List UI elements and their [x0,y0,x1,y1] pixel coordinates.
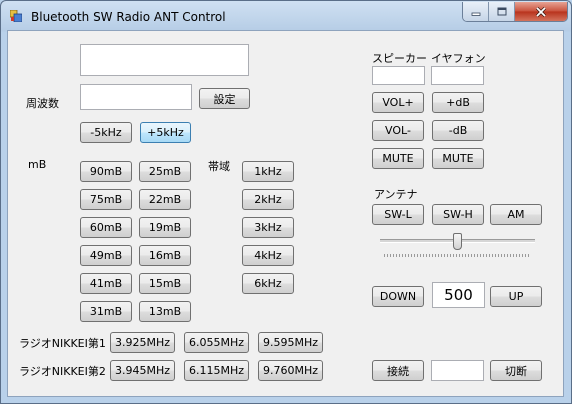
connect-button[interactable]: 接続 [372,360,424,381]
preset-label-nikkei2: ラジオNIKKEI第2 [19,365,106,378]
preset-3945-button[interactable]: 3.945MHz [110,360,175,381]
maximize-icon [497,7,506,16]
antenna-slider-ticks [384,254,531,257]
preset-6055-button[interactable]: 6.055MHz [184,332,249,353]
band-75mb-button[interactable]: 75mB [80,189,132,210]
db-up-button[interactable]: +dB [432,92,484,113]
band-49mb-button[interactable]: 49mB [80,245,132,266]
volume-down-button[interactable]: VOL- [372,120,424,141]
band-22mb-button[interactable]: 22mB [139,189,191,210]
bandwidth-label: 帯域 [208,160,230,173]
set-frequency-button[interactable]: 設定 [199,88,250,109]
tune-up-button[interactable]: UP [490,286,542,307]
antenna-sw-l-button[interactable]: SW-L [372,204,424,225]
bandwidth-4khz-button[interactable]: 4kHz [242,245,294,266]
app-icon [10,10,22,22]
earphone-label: イヤフォン [431,52,486,65]
bandwidth-3khz-button[interactable]: 3kHz [242,217,294,238]
title-bar[interactable]: Bluetooth SW Radio ANT Control [1,1,571,31]
minimize-button[interactable] [463,2,489,21]
earphone-volume-field[interactable] [431,66,484,85]
frequency-display-field[interactable] [80,44,249,76]
band-41mb-button[interactable]: 41mB [80,273,132,294]
band-15mb-button[interactable]: 15mB [139,273,191,294]
plus-5khz-button[interactable]: +5kHz [140,122,191,143]
band-60mb-button[interactable]: 60mB [80,217,132,238]
speaker-mute-button[interactable]: MUTE [372,148,424,169]
band-16mb-button[interactable]: 16mB [139,245,191,266]
minus-5khz-button[interactable]: -5kHz [80,122,132,143]
preset-3925-button[interactable]: 3.925MHz [110,332,175,353]
bandwidth-2khz-button[interactable]: 2kHz [242,189,294,210]
close-button[interactable] [515,2,567,21]
volume-up-button[interactable]: VOL+ [372,92,424,113]
frequency-input[interactable] [80,84,192,110]
bandwidth-6khz-button[interactable]: 6kHz [242,273,294,294]
frequency-label: 周波数 [26,97,59,110]
earphone-mute-button[interactable]: MUTE [432,148,484,169]
band-19mb-button[interactable]: 19mB [139,217,191,238]
speaker-label: スピーカー [372,52,427,65]
antenna-sw-h-button[interactable]: SW-H [432,204,484,225]
preset-9595-button[interactable]: 9.595MHz [258,332,323,353]
speaker-volume-field[interactable] [372,66,425,85]
minimize-icon [471,12,480,16]
meter-band-label: mB [28,158,47,171]
window-controls [462,2,568,22]
tune-down-button[interactable]: DOWN [372,286,424,307]
db-down-button[interactable]: -dB [432,120,484,141]
band-31mb-button[interactable]: 31mB [80,301,132,322]
close-icon [535,6,547,17]
window-title: Bluetooth SW Radio ANT Control [31,10,226,24]
band-13mb-button[interactable]: 13mB [139,301,191,322]
disconnect-button[interactable]: 切断 [490,360,542,381]
bandwidth-1khz-button[interactable]: 1kHz [242,161,294,182]
band-90mb-button[interactable]: 90mB [80,161,132,182]
antenna-slider-thumb[interactable] [453,233,462,250]
maximize-button[interactable] [489,2,515,21]
tune-step-field[interactable]: 500 [432,282,485,308]
antenna-am-button[interactable]: AM [490,204,542,225]
connection-status-field[interactable] [431,360,484,381]
preset-label-nikkei1: ラジオNIKKEI第1 [19,337,106,350]
preset-6115-button[interactable]: 6.115MHz [184,360,249,381]
band-25mb-button[interactable]: 25mB [139,161,191,182]
antenna-label: アンテナ [374,188,418,201]
preset-9760-button[interactable]: 9.760MHz [258,360,323,381]
